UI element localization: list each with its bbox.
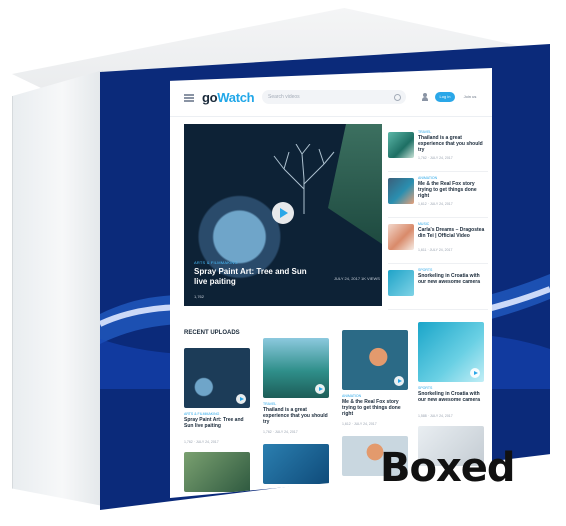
play-button[interactable] <box>470 368 480 378</box>
featured-video[interactable]: ARTS & FILMMAKING Spray Paint Art: Tree … <box>184 124 382 306</box>
card-title[interactable]: Me & the Real Fox story trying to get th… <box>342 399 408 417</box>
card-meta: 1,612 · JULY 24, 2017 <box>342 422 377 426</box>
user-icon[interactable] <box>422 93 428 101</box>
video-thumbnail[interactable] <box>388 178 414 204</box>
item-title[interactable]: Snorkeling in Croatia with our new aweso… <box>418 273 486 285</box>
site-logo[interactable]: goWatch <box>202 90 255 105</box>
item-meta: 1,762 · JULY 24, 2017 <box>418 156 453 160</box>
search-placeholder: Search videos <box>268 94 300 100</box>
sidebar-video-list: TRAVEL Thailand is a great experience th… <box>388 126 488 310</box>
search-input[interactable]: Search videos <box>262 90 406 104</box>
search-icon[interactable] <box>394 94 401 101</box>
play-button[interactable] <box>272 202 294 224</box>
featured-date: JULY 24, 2017 <box>334 276 361 281</box>
video-thumbnail[interactable] <box>388 224 414 250</box>
featured-meta: 1,762 <box>194 294 205 299</box>
top-navigation-bar: goWatch Search videos Log in Join us <box>170 82 492 117</box>
featured-title[interactable]: Spray Paint Art: Tree and Sun live paiti… <box>194 267 314 287</box>
item-title[interactable]: Me & the Real Fox story trying to get th… <box>418 181 486 199</box>
video-thumbnail[interactable] <box>388 270 414 296</box>
video-thumbnail[interactable] <box>388 132 414 158</box>
video-thumbnail[interactable] <box>263 444 329 484</box>
join-button[interactable]: Join us <box>460 92 480 102</box>
logo-suffix: Watch <box>217 90 255 105</box>
login-button[interactable]: Log in <box>435 92 455 102</box>
play-button[interactable] <box>315 384 325 394</box>
item-category[interactable]: MUSIC <box>418 222 429 226</box>
hamburger-menu-icon[interactable] <box>184 94 194 102</box>
item-title[interactable]: Carla's Dreams – Dragostea din Tei | Off… <box>418 227 486 239</box>
recent-uploads-heading: RECENT UPLOADS <box>184 330 240 336</box>
list-item[interactable]: SPORTS Snorkeling in Croatia with our ne… <box>388 264 488 310</box>
item-category[interactable]: TRAVEL <box>418 130 431 134</box>
video-thumbnail[interactable] <box>184 452 250 492</box>
website-screen: goWatch Search videos Log in Join us ART… <box>170 68 492 498</box>
card-meta: 1,762 · JULY 24, 2017 <box>263 430 298 434</box>
play-button[interactable] <box>236 394 246 404</box>
item-title[interactable]: Thailand is a great experience that you … <box>418 135 486 153</box>
item-category[interactable]: SPORTS <box>418 268 432 272</box>
item-meta: 1,611 · JULY 24, 2017 <box>418 248 453 252</box>
card-title[interactable]: Thailand is a great experience that you … <box>263 407 329 425</box>
list-item[interactable]: TRAVEL Thailand is a great experience th… <box>388 126 488 172</box>
card-meta: 1,588 · JULY 24, 2017 <box>418 414 453 418</box>
card-category[interactable]: TRAVEL <box>263 402 276 406</box>
boxed-layout-label: Boxed <box>380 445 516 491</box>
card-category[interactable]: ARTS & FILMMAKING <box>184 412 219 416</box>
card-category[interactable]: ANIMATION <box>342 394 361 398</box>
card-title[interactable]: Spray Paint Art: Tree and Sun live paiti… <box>184 417 250 429</box>
logo-prefix: go <box>202 90 218 105</box>
box-side-face <box>12 70 103 506</box>
card-category[interactable]: SPORTS <box>418 386 432 390</box>
item-meta: 1,612 · JULY 24, 2017 <box>418 202 453 206</box>
item-category[interactable]: ANIMATION <box>418 176 437 180</box>
play-button[interactable] <box>394 376 404 386</box>
list-item[interactable]: MUSIC Carla's Dreams – Dragostea din Tei… <box>388 218 488 264</box>
card-meta: 1,762 · JULY 24, 2017 <box>184 440 219 444</box>
featured-views: 1K VIEWS <box>361 276 380 281</box>
list-item[interactable]: ANIMATION Me & the Real Fox story trying… <box>388 172 488 218</box>
featured-category[interactable]: ARTS & FILMMAKING <box>194 260 238 265</box>
user-icon-body <box>422 97 428 101</box>
card-title[interactable]: Snorkeling in Croatia with our new aweso… <box>418 391 484 403</box>
